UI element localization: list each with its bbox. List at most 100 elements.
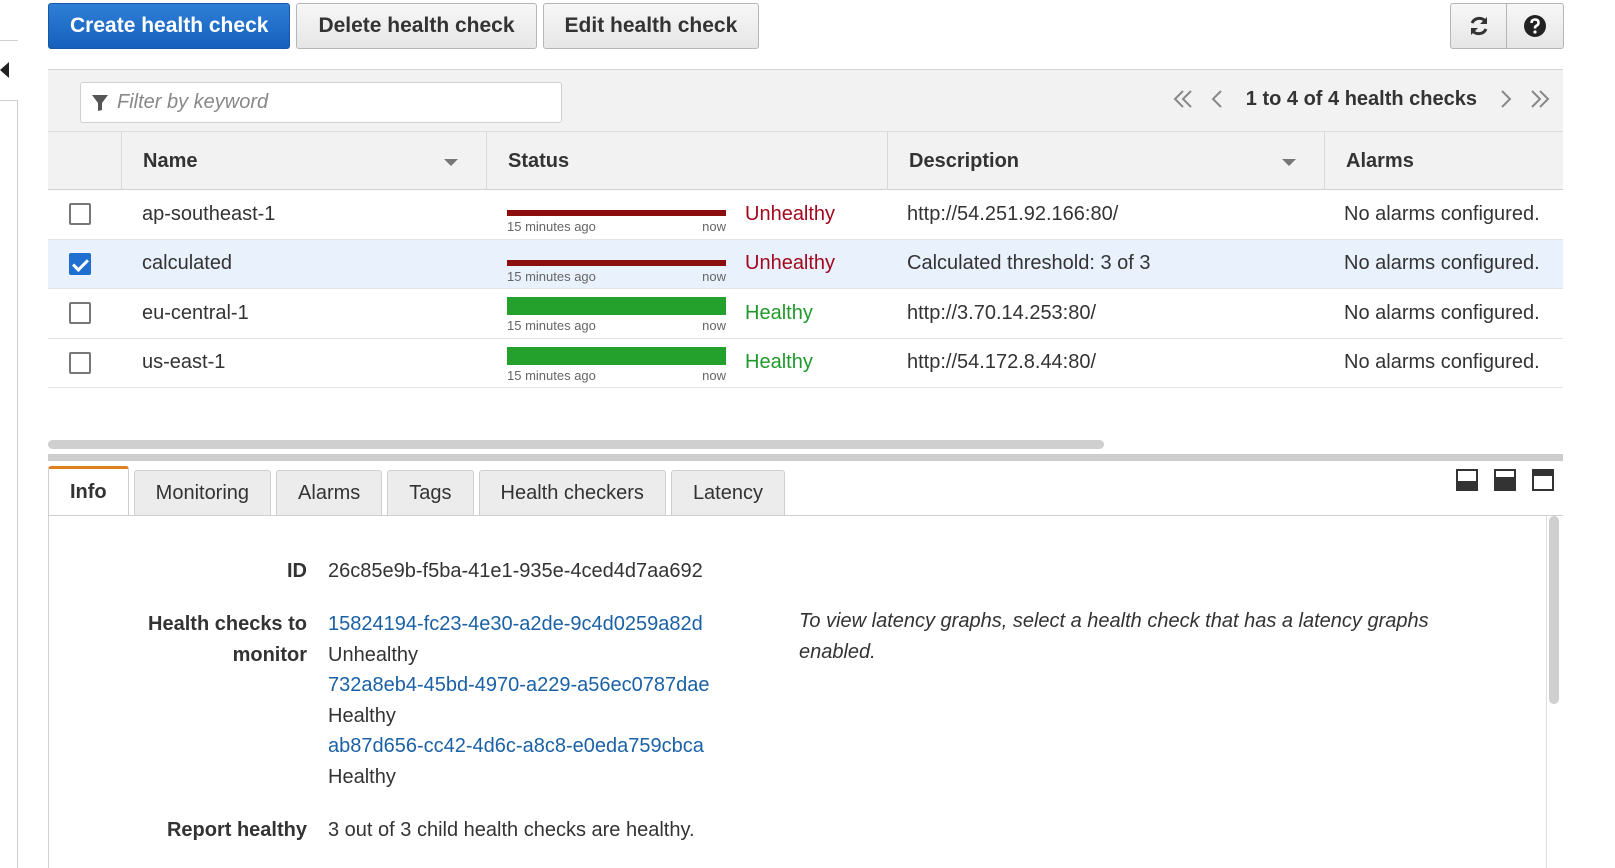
column-header-label: Status bbox=[508, 149, 570, 172]
chevron-left-icon bbox=[1211, 90, 1222, 108]
status-bar-unhealthy bbox=[507, 259, 726, 266]
edge-line bbox=[0, 100, 18, 101]
column-header-alarms[interactable]: Alarms bbox=[1324, 132, 1563, 190]
tab-alarms[interactable]: Alarms bbox=[276, 470, 383, 516]
table-row[interactable]: eu-central-1 15 minutes ago now Healthy … bbox=[48, 289, 1563, 339]
status-graph: 15 minutes ago now bbox=[507, 346, 726, 383]
table-row[interactable]: ap-southeast-1 15 minutes ago now Unheal… bbox=[48, 190, 1563, 240]
child-health-check-link[interactable]: ab87d656-cc42-4d6c-a8c8-e0eda759cbca bbox=[328, 735, 704, 758]
graph-end-label: now bbox=[702, 268, 726, 284]
panel-resize-divider[interactable] bbox=[48, 454, 1563, 461]
row-alarms: No alarms configured. bbox=[1344, 301, 1540, 324]
create-health-check-button[interactable]: Create health check bbox=[48, 3, 291, 49]
column-header-label: Alarms bbox=[1346, 149, 1414, 172]
edge-line bbox=[17, 100, 18, 868]
toolbar: Create health check Delete health check … bbox=[48, 3, 760, 49]
row-alarms: No alarms configured. bbox=[1344, 351, 1540, 374]
row-status: Healthy bbox=[745, 351, 813, 374]
vertical-scroll-track bbox=[1546, 516, 1547, 868]
tab-health-checkers[interactable]: Health checkers bbox=[478, 470, 666, 516]
row-description: http://3.70.14.253:80/ bbox=[907, 301, 1097, 324]
refresh-icon bbox=[1470, 16, 1487, 36]
child-health-check-status: Healthy bbox=[328, 705, 396, 727]
row-alarms: No alarms configured. bbox=[1344, 252, 1540, 275]
row-status: Healthy bbox=[745, 301, 813, 324]
child-health-check-link[interactable]: 732a8eb4-45bd-4970-a229-a56ec0787dae bbox=[328, 674, 709, 697]
row-name: eu-central-1 bbox=[142, 301, 249, 324]
toolbar-icon-group bbox=[1450, 3, 1564, 49]
row-name: ap-southeast-1 bbox=[142, 202, 276, 225]
tab-monitoring[interactable]: Monitoring bbox=[133, 470, 272, 516]
side-panel-edge bbox=[0, 0, 18, 868]
filter-box[interactable] bbox=[80, 82, 562, 123]
report-healthy-label: Report healthy bbox=[166, 819, 307, 841]
last-page-button[interactable] bbox=[1529, 86, 1551, 112]
row-status: Unhealthy bbox=[745, 252, 836, 275]
help-button[interactable] bbox=[1507, 3, 1564, 49]
double-chevron-left-icon bbox=[1173, 90, 1192, 108]
graph-end-label: now bbox=[702, 318, 726, 333]
child-health-check-link[interactable]: 15824194-fc23-4e30-a2de-9c4d0259a82d bbox=[328, 613, 703, 636]
row-description: http://54.172.8.44:80/ bbox=[907, 351, 1097, 374]
collapse-sidebar-icon[interactable] bbox=[0, 62, 9, 78]
pagination-text: 1 to 4 of 4 health checks bbox=[1245, 87, 1477, 110]
status-bar-unhealthy bbox=[507, 210, 726, 216]
table-body: ap-southeast-1 15 minutes ago now Unheal… bbox=[48, 190, 1563, 388]
sort-desc-icon[interactable] bbox=[1282, 159, 1296, 166]
column-header-status[interactable]: Status bbox=[486, 132, 887, 190]
chevron-right-icon bbox=[1501, 90, 1512, 108]
graph-end-label: now bbox=[702, 219, 726, 234]
table-header: Name Status Description Alarms bbox=[48, 131, 1563, 190]
edge-line bbox=[0, 40, 18, 41]
refresh-button[interactable] bbox=[1450, 3, 1507, 49]
graph-start-label: 15 minutes ago bbox=[507, 318, 596, 333]
tab-latency[interactable]: Latency bbox=[670, 470, 785, 516]
filter-input[interactable] bbox=[117, 91, 537, 114]
double-chevron-right-icon bbox=[1531, 90, 1550, 108]
next-page-button[interactable] bbox=[1495, 86, 1517, 112]
detail-tabs: Info Monitoring Alarms Tags Health check… bbox=[48, 466, 785, 516]
row-status: Unhealthy bbox=[745, 202, 836, 225]
column-header-description[interactable]: Description bbox=[887, 132, 1324, 190]
edit-health-check-button[interactable]: Edit health check bbox=[542, 3, 760, 49]
child-health-check-status: Healthy bbox=[328, 766, 396, 788]
graph-end-label: now bbox=[702, 367, 726, 383]
column-header-name[interactable]: Name bbox=[121, 132, 486, 190]
panel-size-controls bbox=[1456, 469, 1554, 491]
vertical-scrollbar[interactable] bbox=[1549, 516, 1559, 704]
first-page-button[interactable] bbox=[1172, 86, 1194, 112]
table-row[interactable]: calculated 15 minutes ago now Unhealthy … bbox=[48, 239, 1563, 289]
delete-health-check-button[interactable]: Delete health check bbox=[296, 3, 537, 49]
sort-desc-icon[interactable] bbox=[444, 159, 458, 166]
help-icon bbox=[1524, 15, 1546, 37]
panel-small-icon[interactable] bbox=[1456, 469, 1478, 491]
previous-page-button[interactable] bbox=[1206, 86, 1228, 112]
child-health-check-status: Unhealthy bbox=[328, 644, 419, 666]
status-graph: 15 minutes ago now bbox=[507, 297, 726, 333]
row-description: Calculated threshold: 3 of 3 bbox=[907, 252, 1151, 275]
filter-icon bbox=[92, 94, 108, 111]
monitor-label-line1: Health checks to bbox=[148, 613, 307, 635]
tab-info[interactable]: Info bbox=[48, 466, 129, 516]
row-checkbox[interactable] bbox=[69, 351, 91, 374]
filter-bar: 1 to 4 of 4 health checks bbox=[48, 70, 1563, 131]
row-name: calculated bbox=[142, 252, 233, 275]
row-checkbox[interactable] bbox=[69, 252, 91, 275]
graph-start-label: 15 minutes ago bbox=[507, 268, 596, 284]
id-label: ID bbox=[287, 560, 307, 582]
panel-maximize-icon[interactable] bbox=[1532, 469, 1554, 491]
row-alarms: No alarms configured. bbox=[1344, 202, 1540, 225]
info-panel: ID 26c85e9b-f5ba-41e1-935e-4ced4d7aa692 … bbox=[48, 516, 1563, 868]
column-header-label: Name bbox=[143, 149, 198, 172]
row-name: us-east-1 bbox=[142, 351, 226, 374]
status-graph: 15 minutes ago now bbox=[507, 248, 726, 284]
status-graph: 15 minutes ago now bbox=[507, 198, 726, 234]
tab-tags[interactable]: Tags bbox=[387, 470, 474, 516]
table-row[interactable]: us-east-1 15 minutes ago now Healthy htt… bbox=[48, 339, 1563, 388]
panel-medium-icon[interactable] bbox=[1494, 469, 1516, 491]
row-description: http://54.251.92.166:80/ bbox=[907, 202, 1119, 225]
row-checkbox[interactable] bbox=[69, 302, 91, 325]
row-checkbox[interactable] bbox=[69, 203, 91, 226]
horizontal-scrollbar[interactable] bbox=[48, 440, 1104, 449]
status-bar-healthy bbox=[507, 346, 726, 365]
